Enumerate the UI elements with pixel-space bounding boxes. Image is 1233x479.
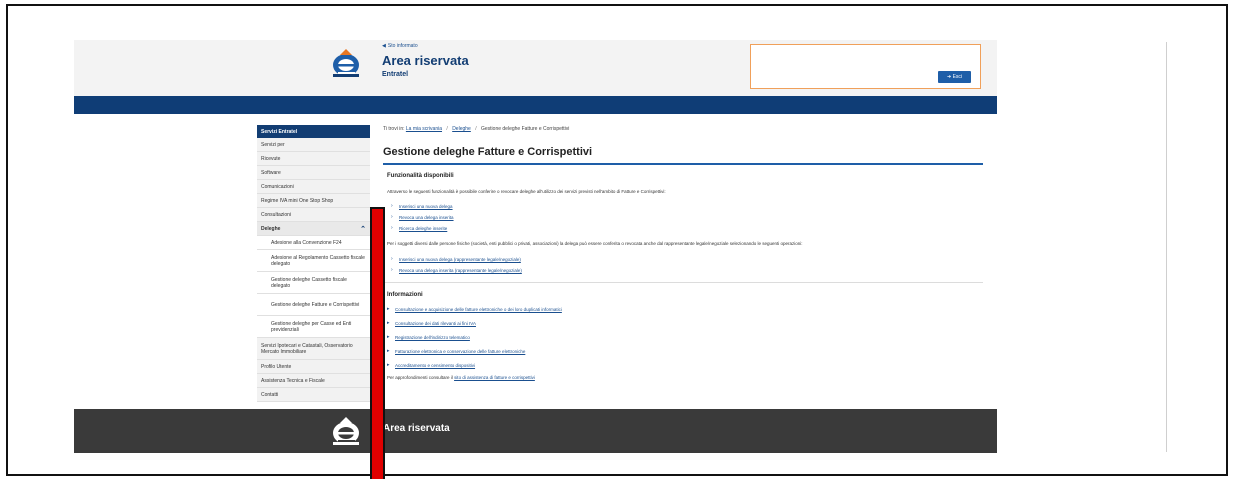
arrow-right-icon: ▸ — [387, 362, 390, 368]
arrow-right-icon: ▸ — [387, 334, 390, 340]
sidebar-item-servizi-ipotecari[interactable]: Servizi Ipotecari e Catastali, Osservato… — [257, 338, 370, 360]
insert-delega-legal-link[interactable]: Inserisci una nuova delega (rappresentan… — [399, 257, 521, 262]
section-divider — [383, 282, 983, 283]
chevron-up-icon: ⌃ — [360, 225, 366, 233]
arrow-right-icon: ▸ — [387, 348, 390, 354]
function-link-row[interactable]: › Inserisci una nuova delega (rappresenta… — [391, 256, 521, 262]
functions-intro: Attraverso le seguenti funzionalità è po… — [387, 189, 666, 194]
red-annotation-marker — [370, 207, 385, 479]
bullet-icon: › — [391, 225, 393, 231]
arrow-left-icon: ◀ — [382, 43, 386, 49]
page-title: Gestione deleghe Fatture e Corrispettivi — [383, 146, 593, 158]
info-link-row[interactable]: ▸ Fatturazione elettronica e conservazion… — [387, 348, 525, 354]
assistance-site-link[interactable]: sito di assistenza di fatture e corrispe… — [454, 375, 535, 380]
sidebar-item-deleghe-label: Deleghe — [261, 225, 281, 232]
info-link-registrazione[interactable]: Registrazione dell'indirizzo telematico — [395, 335, 470, 340]
search-deleghe-link[interactable]: Ricerca deleghe inserite — [399, 226, 447, 231]
bullet-icon: › — [391, 203, 393, 209]
insert-delega-link[interactable]: Inserisci una nuova delega — [399, 204, 453, 209]
main-content: Ti trovi in: La mia scrivania / Deleghe … — [383, 126, 983, 165]
breadcrumb: Ti trovi in: La mia scrivania / Deleghe … — [383, 126, 983, 136]
revoke-delega-link[interactable]: Revoca una delega inserita — [399, 215, 454, 220]
breadcrumb-separator: / — [446, 126, 448, 132]
sidebar-heading[interactable]: Servizi Entratel — [257, 125, 370, 138]
sidebar-subitem-convenzione-f24[interactable]: Adesione alla Convenzione F24 — [257, 236, 370, 250]
sidebar-item-ricevute[interactable]: Ricevute — [257, 152, 370, 166]
bullet-icon: › — [391, 267, 393, 273]
info-link-accreditamento[interactable]: Accreditamento e censimento dispositivi — [395, 363, 475, 368]
function-link-row[interactable]: › Revoca una delega inserita (rappresenta… — [391, 267, 522, 273]
more-info-line: Per approfondimenti consultare il sito d… — [387, 375, 535, 380]
site-footer — [74, 409, 997, 453]
functions-heading: Funzionalità disponibili — [387, 173, 454, 179]
sidebar-item-deleghe[interactable]: Deleghe ⌃ — [257, 222, 370, 236]
exit-button[interactable]: ➜ Esci — [938, 71, 971, 83]
sidebar-item-contatti[interactable]: Contatti — [257, 388, 370, 402]
sidebar-item-servizi[interactable]: Servizi per — [257, 138, 370, 152]
navigation-bar — [74, 96, 997, 114]
header-subtitle: Entratel — [382, 71, 409, 78]
info-link-row[interactable]: ▸ Registrazione dell'indirizzo telematico — [387, 334, 470, 340]
title-divider — [383, 163, 983, 165]
info-link-row[interactable]: ▸ Consultazione e acquisizione delle fatt… — [387, 306, 562, 312]
sidebar-item-comunicazioni[interactable]: Comunicazioni — [257, 180, 370, 194]
info-heading: Informazioni — [387, 292, 423, 298]
sidebar-item-consultazioni[interactable]: Consultazioni — [257, 208, 370, 222]
agenzia-entrate-logo-icon[interactable] — [329, 48, 363, 78]
arrow-right-icon: ▸ — [387, 320, 390, 326]
info-link-consultazione[interactable]: Consultazione e acquisizione delle fattu… — [395, 307, 562, 312]
footer-title: Area riservata — [383, 423, 450, 434]
breadcrumb-prefix: Ti trovi in: — [383, 126, 405, 132]
sidebar-item-regime-iva[interactable]: Regime IVA mini One Stop Shop — [257, 194, 370, 208]
sidebar-subitem-deleghe-casse[interactable]: Gestione deleghe per Casse ed Enti previ… — [257, 316, 370, 338]
info-link-fatturazione[interactable]: Fatturazione elettronica e conservazione… — [395, 349, 525, 354]
sidebar-subitem-deleghe-fatture[interactable]: Gestione deleghe Fatture e Corrispettivi — [257, 294, 370, 316]
info-link-row[interactable]: ▸ Consultazione dei dati rilevanti ai fin… — [387, 320, 476, 326]
window-edge — [1166, 42, 1167, 452]
header-title: Area riservata — [382, 53, 469, 68]
breadcrumb-deleghe-link[interactable]: Deleghe — [452, 126, 471, 132]
bullet-icon: › — [391, 256, 393, 262]
sidebar: Servizi Entratel Servizi per Ricevute So… — [257, 125, 370, 402]
breadcrumb-separator: / — [475, 126, 477, 132]
more-info-prefix: Per approfondimenti consultare il — [387, 375, 453, 380]
function-link-row[interactable]: › Ricerca deleghe inserite — [391, 225, 447, 231]
info-link-dati-iva[interactable]: Consultazione dei dati rilevanti ai fini… — [395, 321, 476, 326]
legal-rep-intro: Per i soggetti diversi dalle persone fis… — [387, 241, 803, 246]
exit-button-label: Esci — [952, 74, 963, 80]
sidebar-item-software[interactable]: Software — [257, 166, 370, 180]
info-link-label: Sto informato — [387, 43, 418, 49]
bullet-icon: › — [391, 214, 393, 220]
revoke-delega-legal-link[interactable]: Revoca una delega inserita (rappresentan… — [399, 268, 522, 273]
info-link[interactable]: ◀ Sto informato — [382, 43, 418, 49]
sidebar-subitem-deleghe-cassetto[interactable]: Gestione deleghe Cassetto fiscale delega… — [257, 272, 370, 294]
info-link-row[interactable]: ▸ Accreditamento e censimento dispositivi — [387, 362, 475, 368]
arrow-right-icon: ▸ — [387, 306, 390, 312]
breadcrumb-current: Gestione deleghe Fatture e Corrispettivi — [481, 126, 570, 132]
sidebar-subitem-regolamento-cassetto[interactable]: Adesione al Regolamento Cassetto fiscale… — [257, 250, 370, 272]
logout-icon: ➜ — [946, 74, 952, 80]
sidebar-item-assistenza[interactable]: Assistenza Tecnica e Fiscale — [257, 374, 370, 388]
function-link-row[interactable]: › Inserisci una nuova delega — [391, 203, 453, 209]
function-link-row[interactable]: › Revoca una delega inserita — [391, 214, 454, 220]
agenzia-entrate-logo-icon — [333, 417, 359, 445]
sidebar-item-profilo[interactable]: Profilo Utente — [257, 360, 370, 374]
breadcrumb-home-link[interactable]: La mia scrivania — [406, 126, 442, 132]
